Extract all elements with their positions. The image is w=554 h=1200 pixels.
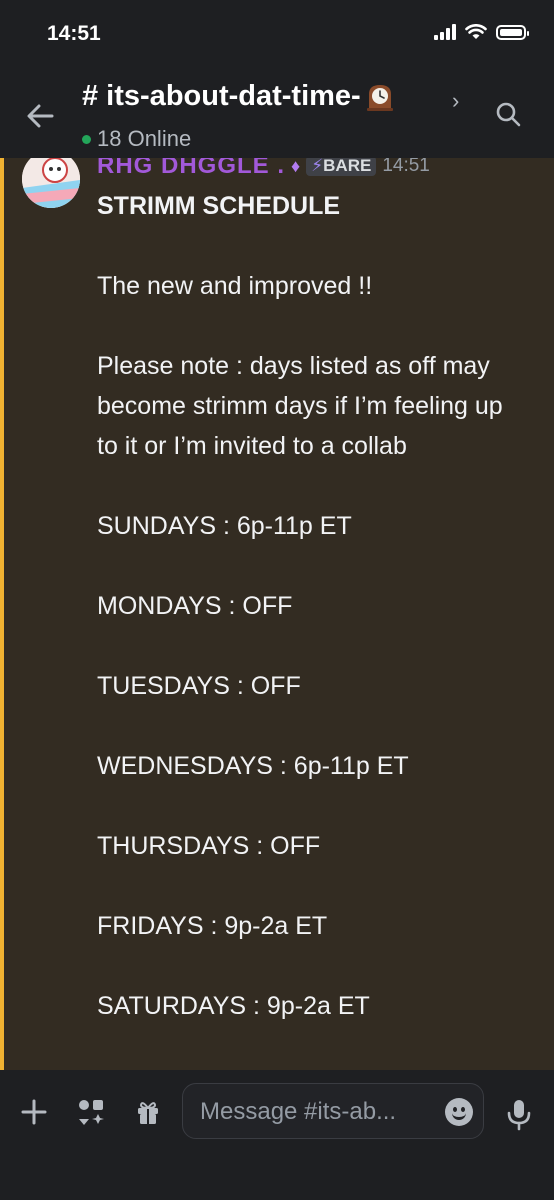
composer-bar: Message #its-ab... (0, 1070, 554, 1200)
wifi-icon (465, 24, 487, 39)
message-input-placeholder: Message #its-ab... (200, 1098, 397, 1125)
search-icon[interactable] (494, 100, 522, 128)
mention-highlight-bar (0, 158, 4, 1070)
online-status: 18 Online (82, 126, 191, 152)
message-header: RHG DHGGLE . ♦ ⚡BARE 14:51 (97, 158, 430, 180)
message-line: Please note : days listed as off may bec… (97, 352, 503, 460)
emoji-icon[interactable] (445, 1098, 473, 1126)
chevron-right-icon[interactable]: › (452, 88, 459, 114)
online-count: 18 Online (97, 126, 192, 151)
battery-icon (496, 24, 529, 40)
bolt-icon: ⚡ (311, 158, 324, 175)
apps-icon[interactable] (73, 1094, 109, 1130)
schedule-monday: MONDAYS : OFF (97, 592, 293, 620)
mantelpiece-clock-icon (366, 84, 393, 111)
schedule-sunday: SUNDAYS : 6p-11p ET (97, 512, 352, 540)
signal-icon (434, 24, 456, 40)
message-line: The new and improved !! (97, 272, 373, 300)
gift-icon[interactable] (130, 1094, 166, 1130)
online-dot (82, 134, 91, 144)
back-arrow-icon[interactable] (22, 98, 58, 134)
timestamp: 14:51 (382, 158, 430, 176)
avatar[interactable] (22, 158, 80, 208)
message-content[interactable]: STRIMM SCHEDULE The new and improved !! … (97, 186, 527, 1066)
message-title: STRIMM SCHEDULE (97, 192, 341, 220)
mic-icon[interactable] (504, 1098, 534, 1132)
schedule-tuesday: TUESDAYS : OFF (97, 672, 301, 700)
plus-icon[interactable] (16, 1094, 52, 1130)
status-time: 14:51 (47, 22, 101, 45)
server-tag-label: BARE (323, 158, 372, 175)
schedule-thursday: THURSDAYS : OFF (97, 832, 321, 860)
schedule-saturday: SATURDAYS : 9p-2a ET (97, 992, 370, 1020)
message-list[interactable]: RHG DHGGLE . ♦ ⚡BARE 14:51 STRIMM SCHEDU… (0, 158, 554, 1070)
message-input[interactable]: Message #its-ab... (182, 1083, 484, 1139)
schedule-wednesday: WEDNESDAYS : 6p-11p ET (97, 752, 409, 780)
status-bar: 14:51 (0, 0, 554, 70)
channel-title[interactable]: # its-about-dat-time- (82, 80, 395, 113)
channel-name: # its-about-dat-time- (82, 80, 361, 112)
status-icons (434, 24, 529, 40)
boost-icon: ♦ (291, 158, 301, 176)
channel-header: # its-about-dat-time- › 18 Online (0, 70, 554, 158)
username[interactable]: RHG DHGGLE . (97, 158, 285, 180)
schedule-friday: FRIDAYS : 9p-2a ET (97, 912, 328, 940)
server-tag[interactable]: ⚡BARE (306, 158, 377, 176)
